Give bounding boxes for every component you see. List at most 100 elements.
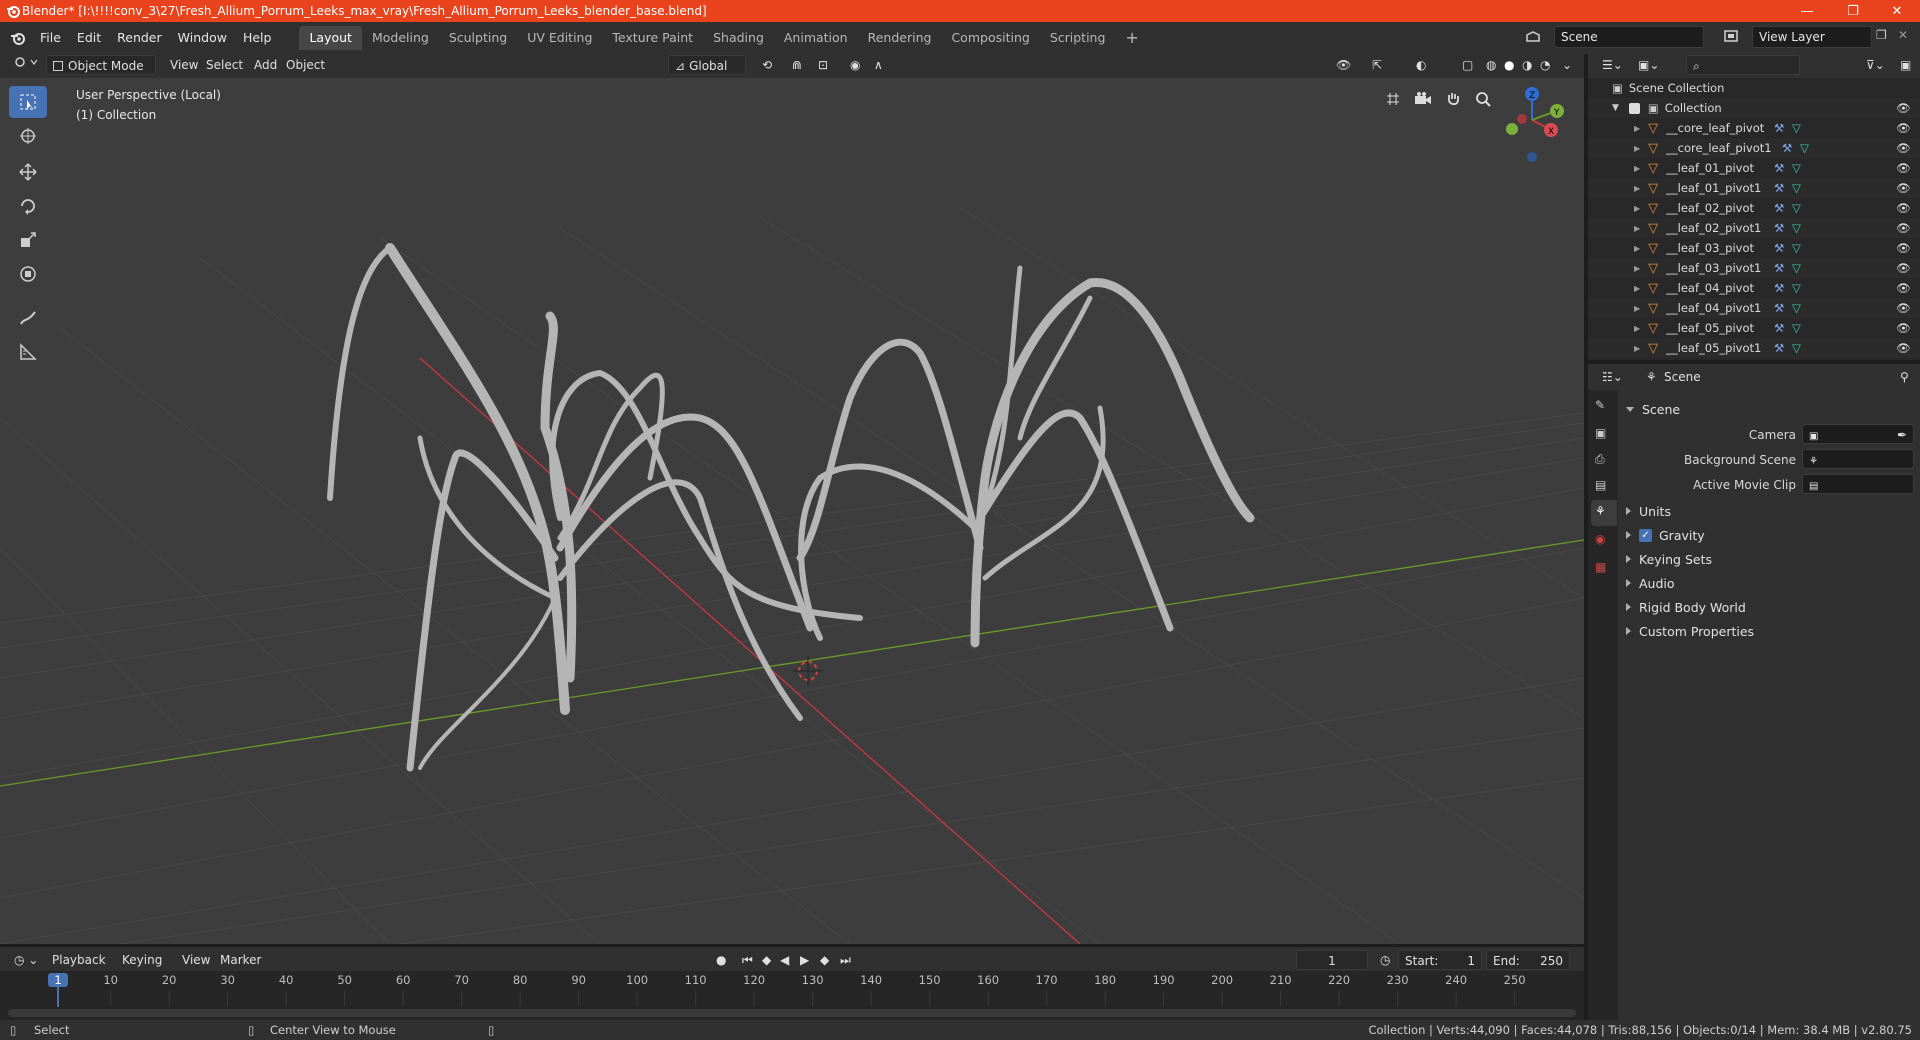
pin-icon[interactable]: ⚲	[1894, 367, 1915, 387]
outliner-object-row[interactable]: ▶ ▽ __core_leaf_pivot ⚒ ▽ 👁	[1588, 118, 1920, 138]
3d-viewport[interactable]: User Perspective (Local) (1) Collection	[0, 78, 1584, 944]
background-scene-field[interactable]: ⚘	[1802, 449, 1914, 469]
modifier-wrench-icon[interactable]: ⚒	[1774, 161, 1784, 175]
visibility-eye-icon[interactable]: 👁	[1896, 221, 1911, 235]
expand-arrow-icon[interactable]: ▶	[1634, 144, 1640, 153]
active-movie-clip-field[interactable]: ▤	[1802, 474, 1914, 494]
properties-editor-type-icon[interactable]: ☷⌄	[1596, 367, 1629, 387]
menu-help[interactable]: Help	[235, 26, 280, 50]
end-frame-field[interactable]: End: 250	[1486, 950, 1570, 970]
modifier-wrench-icon[interactable]: ⚒	[1782, 141, 1792, 155]
mesh-data-icon[interactable]: ▽	[1792, 321, 1801, 335]
scene-selector[interactable]: Scene	[1554, 26, 1704, 48]
mesh-data-icon[interactable]: ▽	[1800, 141, 1809, 155]
eyedropper-icon[interactable]: ✒	[1897, 425, 1907, 445]
texture-tab-icon[interactable]: ▦	[1595, 560, 1606, 574]
xray-toggle-icon[interactable]: ▢	[1456, 55, 1479, 75]
record-button[interactable]: ●	[710, 950, 732, 970]
menu-playback[interactable]: Playback	[46, 950, 112, 970]
tab-scripting[interactable]: Scripting	[1040, 26, 1116, 50]
visibility-eye-icon[interactable]: 👁	[1896, 161, 1911, 175]
restore-button[interactable]: ❐	[1830, 0, 1876, 22]
menu-timeline-view[interactable]: View	[176, 950, 216, 970]
modifier-wrench-icon[interactable]: ⚒	[1774, 321, 1784, 335]
outliner-object-row[interactable]: ▶ ▽ __core_leaf_pivot1 ⚒ ▽ 👁	[1588, 138, 1920, 158]
falloff-icon[interactable]: ∧	[868, 55, 889, 75]
clock-icon[interactable]: ◷	[1374, 950, 1396, 970]
rotate-tool[interactable]	[9, 190, 47, 222]
visibility-eye-icon[interactable]: 👁	[1896, 341, 1911, 355]
modifier-wrench-icon[interactable]: ⚒	[1774, 341, 1784, 355]
modifier-wrench-icon[interactable]: ⚒	[1774, 201, 1784, 215]
mesh-data-icon[interactable]: ▽	[1792, 281, 1801, 295]
close-button[interactable]: ✕	[1874, 0, 1920, 22]
outliner-object-row[interactable]: ▶ ▽ __leaf_05_pivot ⚒ ▽ 👁	[1588, 318, 1920, 338]
menu-keying[interactable]: Keying	[116, 950, 168, 970]
outliner-object-row[interactable]: ▶ ▽ __leaf_03_pivot1 ⚒ ▽ 👁	[1588, 258, 1920, 278]
units-panel-header[interactable]: Units	[1626, 500, 1916, 522]
render-tab-icon[interactable]: ▣	[1595, 426, 1606, 440]
snap-target-icon[interactable]: ⊡	[812, 55, 834, 75]
mesh-data-icon[interactable]: ▽	[1792, 181, 1801, 195]
menu-render[interactable]: Render	[109, 26, 170, 50]
object-mode-dropdown[interactable]: Object Mode	[46, 55, 156, 75]
outliner-object-row[interactable]: ▶ ▽ __leaf_02_pivot1 ⚒ ▽ 👁	[1588, 218, 1920, 238]
collection-checkbox[interactable]	[1628, 102, 1640, 114]
add-workspace-button[interactable]: +	[1115, 26, 1148, 50]
remove-view-layer-icon[interactable]: ✕	[1898, 28, 1908, 42]
editor-type-icon[interactable]	[8, 55, 44, 75]
mesh-data-icon[interactable]: ▽	[1792, 341, 1801, 355]
current-frame-marker[interactable]: 1	[48, 973, 68, 987]
tab-layout[interactable]: Layout	[299, 26, 362, 50]
mesh-data-icon[interactable]: ▽	[1792, 241, 1801, 255]
tab-sculpting[interactable]: Sculpting	[439, 26, 517, 50]
visibility-eye-icon[interactable]: 👁	[1896, 121, 1911, 135]
new-view-layer-icon[interactable]: ❐	[1876, 28, 1887, 42]
modifier-wrench-icon[interactable]: ⚒	[1774, 221, 1784, 235]
tab-uv-editing[interactable]: UV Editing	[517, 26, 602, 50]
camera-field[interactable]: ▣ ✒	[1802, 424, 1914, 444]
menu-file[interactable]: File	[32, 26, 69, 50]
gravity-checkbox[interactable]: ✓	[1639, 528, 1652, 542]
gravity-panel-header[interactable]: ✓ Gravity	[1626, 524, 1916, 546]
expand-arrow-icon[interactable]: ▶	[1634, 284, 1640, 293]
blender-menu-icon[interactable]	[10, 30, 26, 46]
outliner-search-input[interactable]: ⌕	[1686, 55, 1800, 75]
current-frame-field[interactable]: 1	[1296, 950, 1368, 970]
annotate-tool[interactable]	[9, 302, 47, 334]
scene-section-header[interactable]: Scene	[1626, 398, 1916, 420]
mesh-data-icon[interactable]: ▽	[1792, 201, 1801, 215]
visibility-eye-icon[interactable]: 👁	[1896, 241, 1911, 255]
outliner-object-row[interactable]: ▶ ▽ __leaf_03_pivot ⚒ ▽ 👁	[1588, 238, 1920, 258]
display-mode-icon[interactable]: ▣⌄	[1632, 55, 1665, 75]
scale-tool[interactable]	[9, 224, 47, 256]
visibility-eye-icon[interactable]: 👁	[1896, 261, 1911, 275]
keying-sets-panel-header[interactable]: Keying Sets	[1626, 548, 1916, 570]
visibility-eye-icon[interactable]: 👁	[1896, 321, 1911, 335]
expand-arrow-icon[interactable]: ▶	[1634, 164, 1640, 173]
view-layer-selector[interactable]: View Layer	[1752, 26, 1872, 48]
custom-properties-panel-header[interactable]: Custom Properties	[1626, 620, 1916, 642]
visibility-eye-icon[interactable]: 👁	[1896, 101, 1911, 115]
modifier-wrench-icon[interactable]: ⚒	[1774, 261, 1784, 275]
expand-arrow-icon[interactable]: ▼	[1612, 103, 1619, 113]
modifier-wrench-icon[interactable]: ⚒	[1774, 181, 1784, 195]
transform-orientation-dropdown[interactable]: ⊿ Global	[668, 55, 746, 75]
expand-arrow-icon[interactable]: ▶	[1634, 344, 1640, 353]
modifier-wrench-icon[interactable]: ⚒	[1774, 281, 1784, 295]
outliner-scene-collection-row[interactable]: ▣ Scene Collection	[1588, 78, 1920, 98]
expand-arrow-icon[interactable]: ▶	[1634, 264, 1640, 273]
proportional-edit-icon[interactable]: ◉	[844, 55, 866, 75]
camera-view-icon[interactable]	[1410, 86, 1436, 112]
modifier-wrench-icon[interactable]: ⚒	[1774, 241, 1784, 255]
visibility-eye-icon[interactable]: 👁	[1896, 281, 1911, 295]
cursor-tool[interactable]	[9, 120, 47, 152]
pivot-point-icon[interactable]: ⟲	[756, 55, 778, 75]
menu-add[interactable]: Add	[248, 55, 283, 75]
overlay-toggle-icon[interactable]: ◐	[1410, 55, 1432, 75]
tool-tab-icon[interactable]: ✎	[1595, 398, 1605, 412]
transform-tool[interactable]	[9, 258, 47, 290]
outliner-editor-type-icon[interactable]: ☰⌄	[1596, 55, 1629, 75]
toggle-grid-icon[interactable]	[1380, 86, 1406, 112]
menu-object[interactable]: Object	[280, 55, 331, 75]
